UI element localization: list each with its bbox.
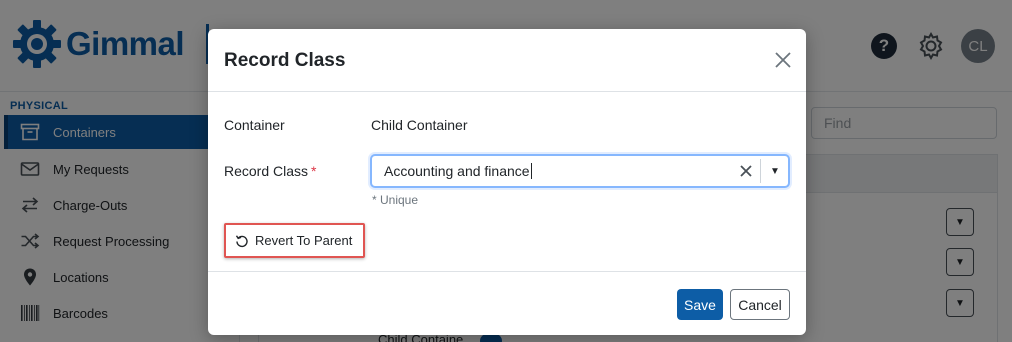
- record-class-select[interactable]: Accounting and finance ▼: [370, 154, 790, 188]
- selected-value-text: Accounting and finance: [384, 163, 530, 179]
- undo-icon: [235, 234, 248, 247]
- container-value: Child Container: [371, 117, 468, 133]
- record-class-label-text: Record Class: [224, 163, 309, 179]
- text-cursor: [530, 163, 532, 179]
- revert-button-label: Revert To Parent: [255, 233, 353, 248]
- container-label: Container: [224, 117, 285, 133]
- dialog-header: Record Class: [208, 29, 806, 92]
- chevron-down-icon[interactable]: ▼: [764, 162, 786, 180]
- record-class-dialog: Record Class Container Child Container R…: [208, 29, 806, 335]
- record-class-label: Record Class *: [224, 163, 316, 179]
- close-icon: [775, 52, 791, 68]
- revert-to-parent-button[interactable]: Revert To Parent: [224, 223, 365, 258]
- clear-icon: [740, 165, 752, 177]
- save-button[interactable]: Save: [677, 289, 723, 320]
- close-button[interactable]: [770, 47, 796, 73]
- cancel-button[interactable]: Cancel: [730, 289, 790, 320]
- dialog-title: Record Class: [224, 50, 346, 71]
- unique-hint: * Unique: [372, 193, 419, 207]
- record-class-select-value[interactable]: Accounting and finance: [384, 163, 532, 179]
- required-indicator: *: [311, 163, 317, 179]
- clear-selection-button[interactable]: [738, 163, 754, 179]
- dialog-footer: Save Cancel: [208, 271, 806, 335]
- select-divider: [760, 159, 761, 183]
